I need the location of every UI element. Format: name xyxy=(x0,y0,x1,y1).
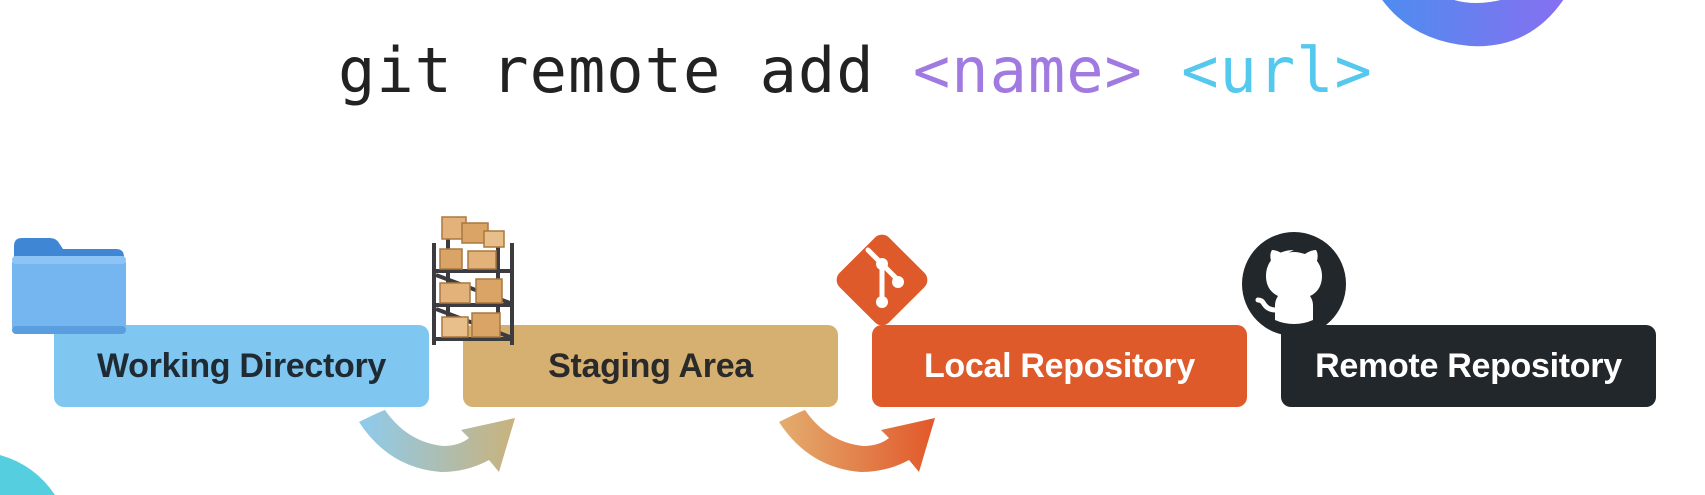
shelf-boxes-icon xyxy=(432,216,514,345)
decorative-blob-bottom-left xyxy=(0,455,55,495)
git-command: git remote add <name> <url> xyxy=(338,26,1373,116)
arrow-staging-to-local xyxy=(779,410,935,472)
decorative-blob-top-right xyxy=(1382,0,1564,47)
folder-icon xyxy=(12,238,126,334)
command-space xyxy=(1143,34,1181,107)
remote-repository-label: Remote Repository xyxy=(1315,346,1622,385)
working-directory-label: Working Directory xyxy=(97,346,386,385)
command-url-argument: <url> xyxy=(1181,34,1373,107)
command-base: git remote add xyxy=(338,34,913,107)
working-directory-box: Working Directory xyxy=(54,325,429,407)
staging-area-label: Staging Area xyxy=(548,346,753,385)
git-logo-icon xyxy=(836,234,928,326)
local-repository-box: Local Repository xyxy=(872,325,1247,407)
github-logo-icon xyxy=(1242,232,1346,336)
local-repository-label: Local Repository xyxy=(923,346,1196,385)
arrow-working-to-staging xyxy=(359,410,515,472)
diagram-canvas: git remote add <name> <url> Working Dire… xyxy=(0,0,1705,495)
command-name-argument: <name> xyxy=(912,34,1143,107)
